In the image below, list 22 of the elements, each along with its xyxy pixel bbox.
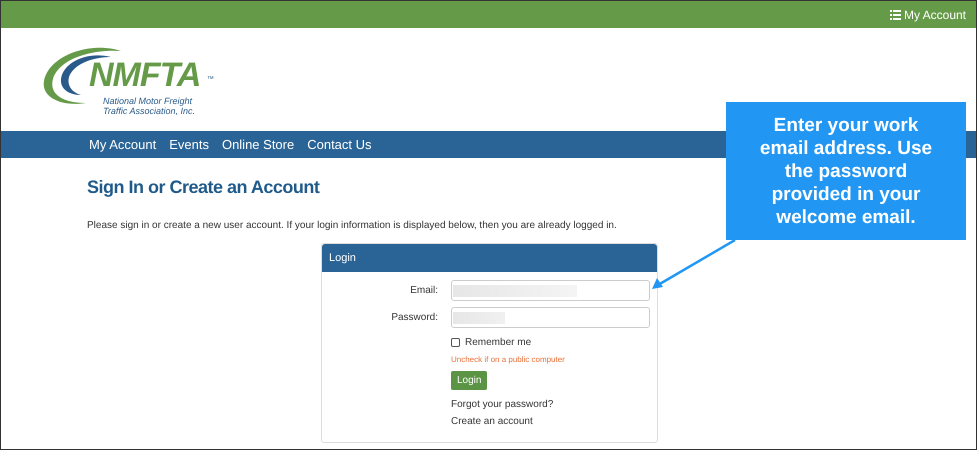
nav-link[interactable]: Events — [169, 134, 209, 154]
remember-label: Remember me — [465, 336, 532, 350]
email-field[interactable] — [451, 280, 650, 301]
intro-text: Please sign in or create a new user account. If your login information is displayed below, then you are already logged in. — [87, 219, 618, 233]
account-link[interactable]: Create an account — [451, 414, 533, 429]
callout-text: Enter your work email address. Use the password provided in your welcome email. — [758, 114, 934, 228]
my-account-link[interactable]: My Account — [890, 6, 966, 24]
panel-title: Login — [329, 250, 356, 266]
logo-wordmark: NMFTA — [89, 58, 200, 92]
remember-checkbox[interactable] — [451, 338, 460, 347]
remember-hint: Uncheck if on a public computer — [451, 354, 565, 366]
email-label: Email: — [409, 284, 438, 298]
account-link[interactable]: Forgot your password? — [451, 397, 554, 412]
nav-link[interactable]: My Account — [89, 134, 156, 154]
password-label: Password: — [390, 311, 438, 325]
password-field[interactable] — [451, 307, 650, 328]
nav-link[interactable]: Contact Us — [307, 134, 372, 154]
page-title: Sign In or Create an Account — [87, 176, 320, 198]
nav-link[interactable]: Online Store — [222, 134, 294, 154]
login-button[interactable]: Login — [451, 371, 488, 390]
list-icon — [890, 10, 901, 20]
logo-subtitle: National Motor Freight Traffic Association, Inc. — [103, 96, 196, 116]
